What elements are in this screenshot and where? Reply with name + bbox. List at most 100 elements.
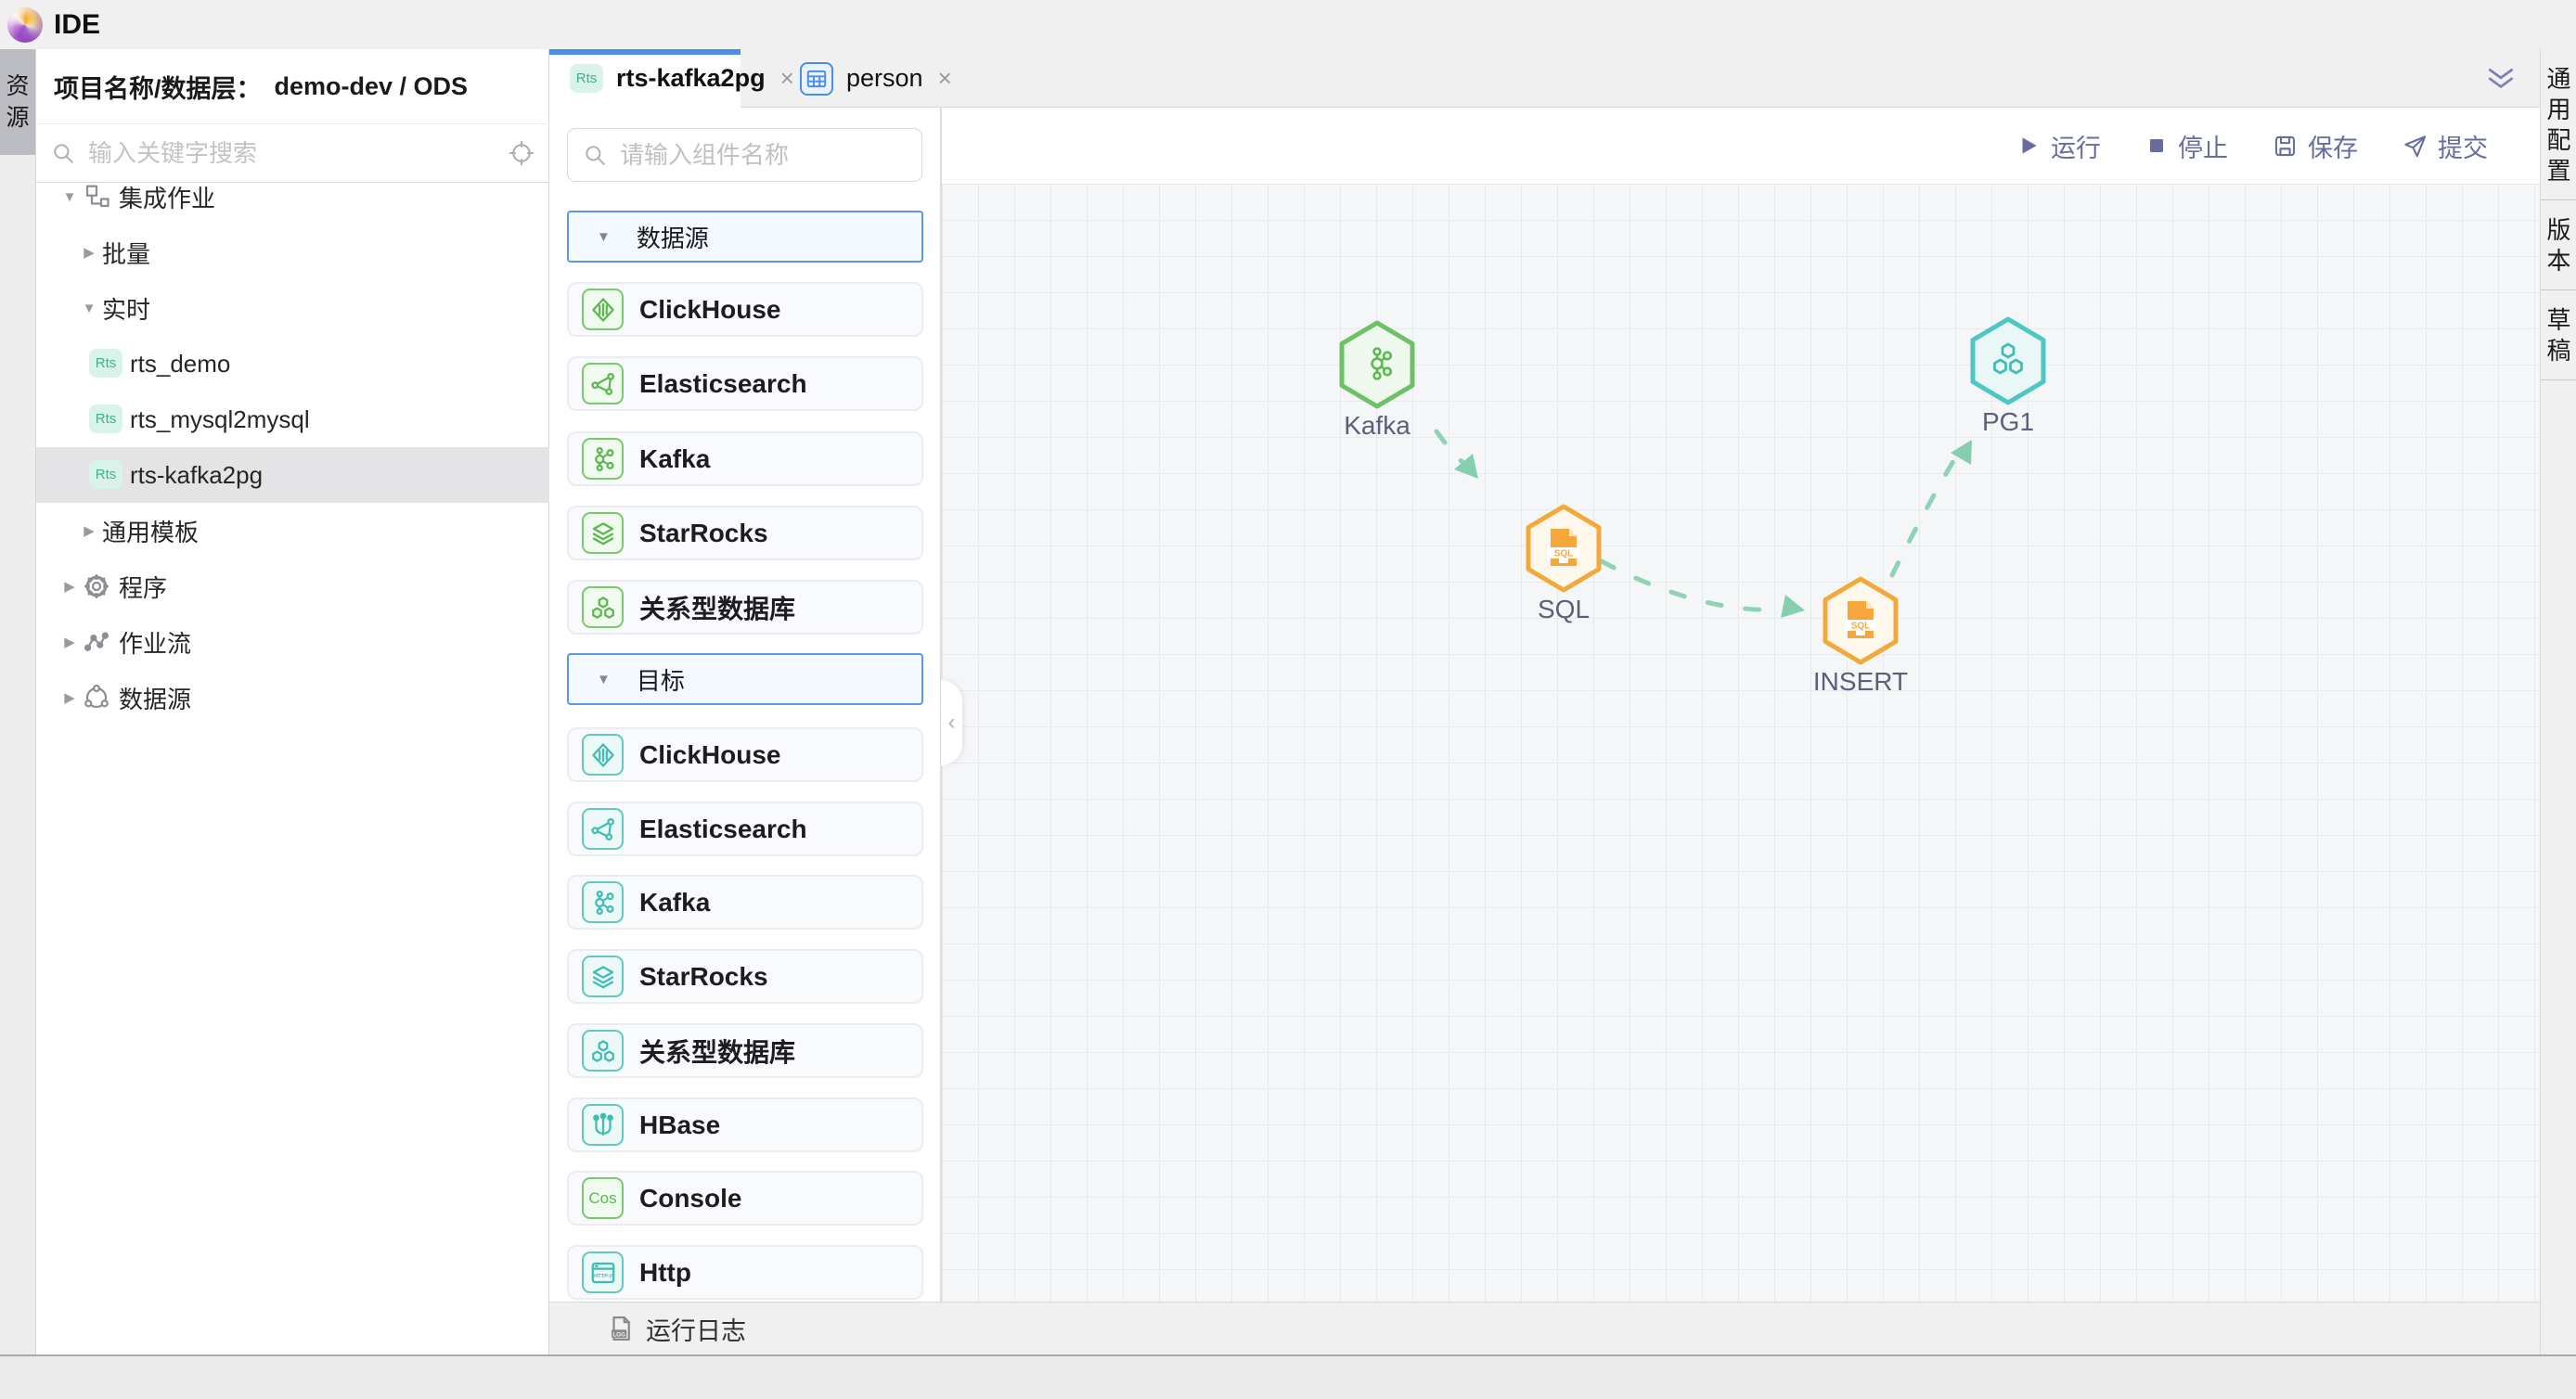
project-value: demo-dev / ODS bbox=[275, 72, 469, 101]
component-Kafka[interactable]: Kafka bbox=[567, 431, 923, 486]
component-ClickHouse[interactable]: ClickHouse bbox=[567, 282, 923, 337]
tree-item-集成作业[interactable]: ▼集成作业 bbox=[36, 169, 549, 225]
caret-right-icon[interactable]: ▶ bbox=[59, 578, 80, 595]
svg-text:SQL: SQL bbox=[1554, 549, 1574, 559]
collapse-panel-handle[interactable]: ‹ bbox=[941, 680, 962, 765]
run-log-label: 运行日志 bbox=[646, 1311, 746, 1347]
component-Console[interactable]: CosConsole bbox=[567, 1171, 923, 1226]
sidebar-search-input[interactable] bbox=[86, 138, 509, 169]
locate-icon[interactable] bbox=[509, 140, 535, 166]
tree-item-label: 程序 bbox=[119, 570, 167, 604]
close-icon[interactable]: × bbox=[780, 64, 794, 93]
component-关系型数据库[interactable]: 关系型数据库 bbox=[567, 1023, 923, 1078]
node-sql[interactable]: SQL bbox=[1523, 503, 1604, 594]
rail-tab-resources[interactable]: 资源 bbox=[0, 49, 35, 155]
search-icon bbox=[51, 141, 75, 165]
node-insert[interactable]: SQL bbox=[1820, 575, 1901, 666]
component-label: ClickHouse bbox=[639, 295, 781, 325]
kafka-glyph bbox=[1336, 319, 1418, 410]
rail-tab-common-config[interactable]: 通用配置 bbox=[2541, 49, 2576, 200]
pg-glyph bbox=[1967, 315, 2049, 406]
save-icon bbox=[2273, 134, 2298, 159]
tree-item-label: 作业流 bbox=[119, 625, 191, 660]
component-StarRocks[interactable]: StarRocks bbox=[567, 949, 923, 1004]
play-icon bbox=[2016, 134, 2041, 158]
component-Elasticsearch[interactable]: Elasticsearch bbox=[567, 802, 923, 856]
component-label: ClickHouse bbox=[639, 740, 781, 770]
save-button[interactable]: 保存 bbox=[2273, 128, 2358, 164]
component-label: Elasticsearch bbox=[639, 369, 807, 399]
tree-item-程序[interactable]: ▶ 程序 bbox=[36, 558, 549, 614]
section-header-目标[interactable]: ▼目标 bbox=[567, 653, 923, 705]
component-HBase[interactable]: HBase bbox=[567, 1097, 923, 1152]
resource-tree: ▼集成作业▶批量▼实时Rtsrts_demoRtsrts_mysql2mysql… bbox=[36, 183, 549, 1296]
stop-icon bbox=[2145, 135, 2168, 157]
node-label-insert: INSERT bbox=[1768, 667, 1953, 697]
run-button[interactable]: 运行 bbox=[2016, 128, 2101, 164]
section-header-数据源[interactable]: ▼数据源 bbox=[567, 211, 923, 263]
component-Elasticsearch[interactable]: Elasticsearch bbox=[567, 356, 923, 411]
flow-edges bbox=[942, 184, 2540, 1302]
left-rail bbox=[0, 49, 36, 1354]
component-label: 关系型数据库 bbox=[639, 589, 795, 626]
tree-item-rts_mysql2mysql[interactable]: Rtsrts_mysql2mysql bbox=[36, 391, 549, 447]
rts-badge: Rts bbox=[89, 349, 122, 378]
flow-canvas[interactable]: KafkaSQLSQLSQLINSERTPG1 bbox=[941, 184, 2540, 1302]
component-label: Kafka bbox=[639, 444, 710, 474]
tree-item-作业流[interactable]: ▶ 作业流 bbox=[36, 614, 549, 670]
button-label: 保存 bbox=[2308, 128, 2358, 164]
caret-down-icon[interactable]: ▼ bbox=[79, 301, 99, 316]
caret-right-icon[interactable]: ▶ bbox=[79, 244, 99, 261]
starrocks-icon bbox=[582, 956, 624, 997]
component-StarRocks[interactable]: StarRocks bbox=[567, 506, 923, 560]
svg-text:HTTP://: HTTP:// bbox=[593, 1273, 612, 1278]
tab-person[interactable]: person × bbox=[800, 49, 952, 108]
tab-label: person bbox=[846, 64, 923, 93]
rdb-icon bbox=[582, 1030, 624, 1072]
rail-tab-version[interactable]: 版本 bbox=[2541, 200, 2576, 290]
hbase-icon bbox=[582, 1104, 624, 1146]
caret-right-icon[interactable]: ▶ bbox=[79, 522, 99, 539]
component-ClickHouse[interactable]: ClickHouse bbox=[567, 727, 923, 782]
component-Http[interactable]: HTTP:// Http bbox=[567, 1245, 923, 1300]
http-icon: HTTP:// bbox=[582, 1251, 624, 1293]
button-label: 停止 bbox=[2178, 128, 2228, 164]
submit-button[interactable]: 提交 bbox=[2402, 128, 2488, 164]
gear-icon bbox=[83, 572, 110, 600]
tab-rts-kafka2pg[interactable]: Rts rts-kafka2pg × bbox=[549, 49, 741, 108]
stop-button[interactable]: 停止 bbox=[2145, 128, 2228, 164]
tree-item-rts-kafka2pg[interactable]: Rtsrts-kafka2pg bbox=[36, 447, 549, 503]
console-icon: Cos bbox=[582, 1177, 624, 1219]
rail-tab-draft[interactable]: 草稿 bbox=[2541, 290, 2576, 380]
tree-item-实时[interactable]: ▼实时 bbox=[36, 280, 549, 336]
component-label: Http bbox=[639, 1258, 691, 1288]
tree-item-rts_demo[interactable]: Rtsrts_demo bbox=[36, 336, 549, 391]
node-pg1[interactable] bbox=[1967, 315, 2049, 406]
tree-item-批量[interactable]: ▶批量 bbox=[36, 225, 549, 280]
active-tab-accent bbox=[549, 49, 741, 55]
section-title: 数据源 bbox=[637, 220, 709, 254]
chevron-left-icon: ‹ bbox=[948, 710, 956, 736]
caret-down-icon[interactable]: ▼ bbox=[59, 189, 80, 205]
component-关系型数据库[interactable]: 关系型数据库 bbox=[567, 580, 923, 635]
tree-item-label: 批量 bbox=[102, 236, 150, 270]
component-label: Elasticsearch bbox=[639, 815, 807, 844]
run-log-bar[interactable]: LOG 运行日志 bbox=[549, 1302, 2540, 1354]
node-label-pg1: PG1 bbox=[1915, 407, 2101, 437]
tree-item-通用模板[interactable]: ▶通用模板 bbox=[36, 503, 549, 558]
component-Kafka[interactable]: Kafka bbox=[567, 875, 923, 930]
arrowhead-icon bbox=[1781, 595, 1805, 618]
close-icon[interactable]: × bbox=[938, 64, 952, 93]
node-kafka[interactable] bbox=[1336, 319, 1418, 410]
caret-right-icon[interactable]: ▶ bbox=[59, 634, 80, 650]
starrocks-icon bbox=[582, 512, 624, 554]
tree-item-数据源[interactable]: ▶数据源 bbox=[36, 670, 549, 725]
component-search bbox=[567, 128, 922, 182]
node-label-kafka: Kafka bbox=[1284, 411, 1470, 441]
submit-icon bbox=[2402, 134, 2428, 159]
double-chevron-down-icon[interactable] bbox=[2485, 66, 2517, 94]
sql-glyph: SQL bbox=[1523, 503, 1604, 594]
rts-badge: Rts bbox=[89, 460, 122, 489]
caret-right-icon[interactable]: ▶ bbox=[59, 689, 80, 706]
component-search-input[interactable] bbox=[618, 140, 933, 171]
